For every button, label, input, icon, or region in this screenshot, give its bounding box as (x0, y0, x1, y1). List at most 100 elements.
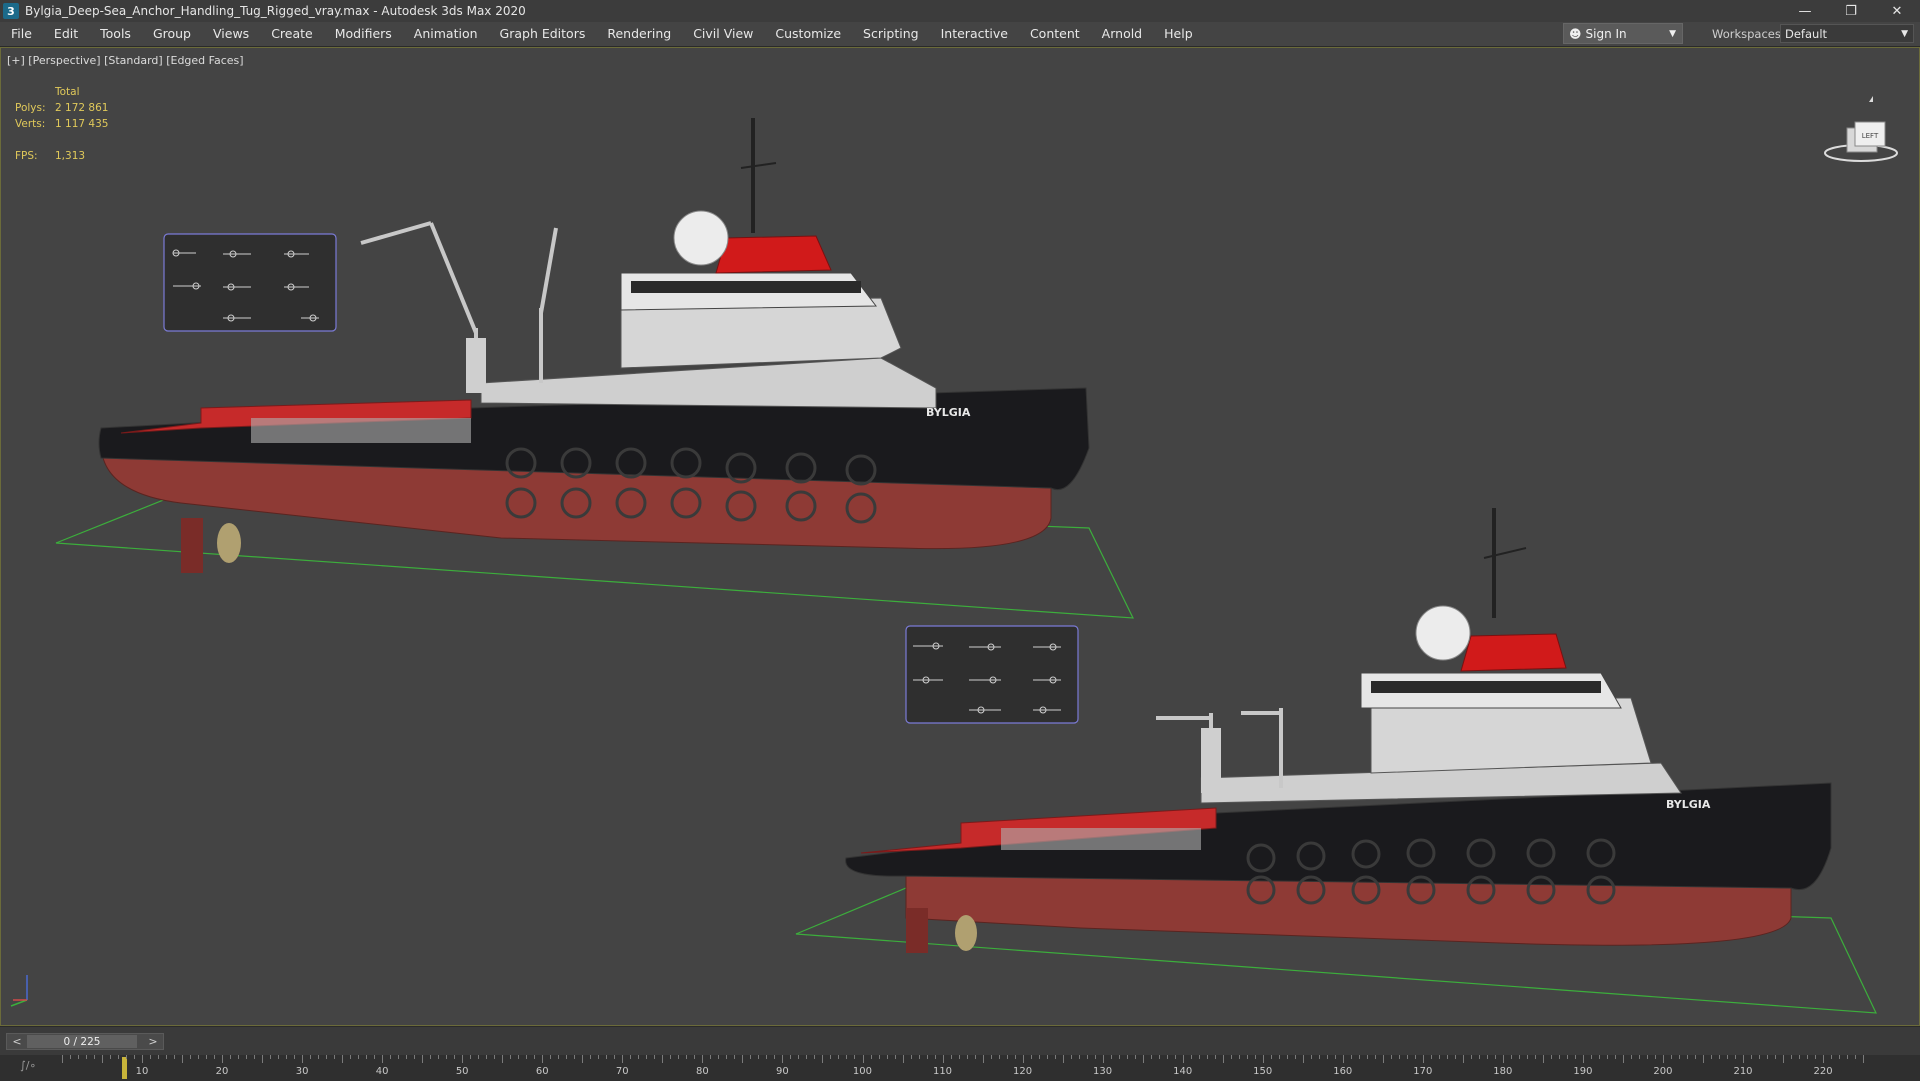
timeline-tick-mark (638, 1055, 640, 1059)
menu-tools[interactable]: Tools (89, 22, 142, 46)
timeline-tick-mark (318, 1055, 320, 1059)
timeline-tick-mark (110, 1055, 112, 1059)
menu-civil-view[interactable]: Civil View (682, 22, 764, 46)
timeline-tick-mark (694, 1055, 696, 1059)
timeline-tick-mark (1622, 1055, 1624, 1063)
menu-animation[interactable]: Animation (403, 22, 489, 46)
menu-rendering[interactable]: Rendering (596, 22, 682, 46)
timeline-tick-mark (1663, 1055, 1664, 1063)
viewcube-face-label: LEFT (1862, 132, 1879, 140)
timeline-tick-mark (1318, 1055, 1320, 1059)
sign-in-label: Sign In (1585, 26, 1627, 41)
time-slider-thumb[interactable]: 0 / 225 (27, 1035, 137, 1048)
timeline-tick-mark (270, 1055, 272, 1059)
curve-editor-icon[interactable]: ∫/∘ (20, 1059, 36, 1072)
timeline-tick-mark (174, 1055, 176, 1059)
timeline-tick-mark (310, 1055, 312, 1059)
workspace-select[interactable]: Default ▼ (1780, 24, 1914, 43)
menu-scripting[interactable]: Scripting (852, 22, 930, 46)
timeline-tick-mark (542, 1055, 544, 1063)
menu-group[interactable]: Group (142, 22, 202, 46)
timeline-tick-mark (1687, 1055, 1688, 1059)
timeline-tick-label: 210 (1733, 1066, 1753, 1077)
time-slider[interactable]: < 0 / 225 > (6, 1033, 164, 1050)
timeline-tick-mark (926, 1055, 928, 1059)
timeline-tick-label: 30 (295, 1066, 309, 1077)
previous-frame-icon[interactable]: < (9, 1034, 25, 1049)
timeline-tick-mark (1374, 1055, 1376, 1059)
timeline-tick-mark (502, 1055, 504, 1063)
radome (673, 210, 729, 266)
timeline-tick-mark (1799, 1055, 1801, 1059)
timeline-tick-mark (1606, 1055, 1608, 1059)
menu-views[interactable]: Views (202, 22, 260, 46)
timeline-tick-mark (70, 1055, 71, 1059)
timeline-tick-mark (382, 1055, 384, 1063)
timeline-tick-mark (654, 1055, 656, 1059)
timeline-tick-mark (934, 1055, 936, 1059)
sign-in-dropdown[interactable]: ☻ Sign In ▼ (1563, 23, 1683, 44)
timeline-tick-mark (262, 1055, 264, 1063)
timeline-tick-mark (1566, 1055, 1568, 1059)
menu-customize[interactable]: Customize (764, 22, 852, 46)
menu-create[interactable]: Create (260, 22, 324, 46)
timeline-tick-mark (1086, 1055, 1088, 1059)
menu-edit[interactable]: Edit (43, 22, 89, 46)
user-icon: ☻ (1569, 26, 1582, 41)
timeline-tick-mark (822, 1055, 824, 1063)
restore-button[interactable]: ❐ (1828, 0, 1874, 22)
timeline-tick-mark (1166, 1055, 1168, 1059)
timeline-tick-mark (1334, 1055, 1336, 1059)
perspective-viewport[interactable]: [+] [Perspective] [Standard] [Edged Face… (0, 47, 1920, 1026)
timeline-tick-label: 70 (615, 1066, 629, 1077)
next-frame-icon[interactable]: > (145, 1034, 161, 1049)
menu-modifiers[interactable]: Modifiers (324, 22, 403, 46)
timeline-tick-mark (726, 1055, 728, 1059)
timeline-tick-mark (670, 1055, 672, 1059)
menu-file[interactable]: File (0, 22, 43, 46)
frame-ruler[interactable]: 10 20 30 40 50 60 70 80 90 100 110 120 130 140 150 160 1… (60, 1055, 1870, 1081)
timeline-tick-mark (1382, 1055, 1384, 1063)
timeline-tick-mark (238, 1055, 240, 1059)
timeline-tick-mark (118, 1055, 120, 1059)
timeline-tick-mark (1110, 1055, 1112, 1059)
ship-2: BYLGIA (845, 508, 1832, 953)
timeline-tick-mark (950, 1055, 952, 1059)
timeline-tick-mark (526, 1055, 528, 1059)
viewcube[interactable]: LEFT (1821, 88, 1901, 168)
timeline-tick-mark (614, 1055, 616, 1059)
close-button[interactable]: ✕ (1874, 0, 1920, 22)
menu-graph-editors[interactable]: Graph Editors (489, 22, 597, 46)
timeline-tick-mark (1158, 1055, 1160, 1059)
menu-interactive[interactable]: Interactive (930, 22, 1019, 46)
menu-help[interactable]: Help (1153, 22, 1204, 46)
current-frame-marker[interactable] (122, 1057, 127, 1079)
menu-arnold[interactable]: Arnold (1091, 22, 1153, 46)
timeline-tick-mark (1446, 1055, 1448, 1059)
timeline-tick-label: 90 (776, 1066, 789, 1077)
timeline-tick-mark (854, 1055, 856, 1059)
timeline-tick-mark (1502, 1055, 1504, 1063)
timeline-tick-mark (1711, 1055, 1713, 1059)
timeline-tick-label: 100 (852, 1066, 872, 1077)
timeline-tick-mark (1518, 1055, 1520, 1059)
timeline-tick-mark (630, 1055, 632, 1059)
timeline-tick-mark (1038, 1055, 1040, 1059)
minimize-button[interactable]: — (1782, 0, 1828, 22)
timeline-tick-mark (582, 1055, 584, 1063)
timeline-tick-mark (598, 1055, 600, 1059)
timeline-tick-mark (334, 1055, 336, 1059)
timeline-tick-mark (1046, 1055, 1048, 1059)
timeline-tick-mark (1246, 1055, 1248, 1059)
timeline-tick-mark (1054, 1055, 1056, 1059)
timeline-tick-mark (918, 1055, 920, 1059)
menu-content[interactable]: Content (1019, 22, 1091, 46)
timeline-tick-mark (1638, 1055, 1640, 1059)
timeline-tick-mark (1206, 1055, 1208, 1059)
timeline-tick-mark (1582, 1055, 1584, 1063)
crane-pedestal (466, 338, 486, 393)
timeline-tick-mark (1614, 1055, 1616, 1059)
timeline-tick-mark (126, 1055, 128, 1059)
timeline-tick-mark (1550, 1055, 1552, 1059)
track-bar[interactable]: ∫/∘ 10 20 30 40 50 60 70 80 90 100 110 120 130 140 150… (0, 1055, 1920, 1081)
